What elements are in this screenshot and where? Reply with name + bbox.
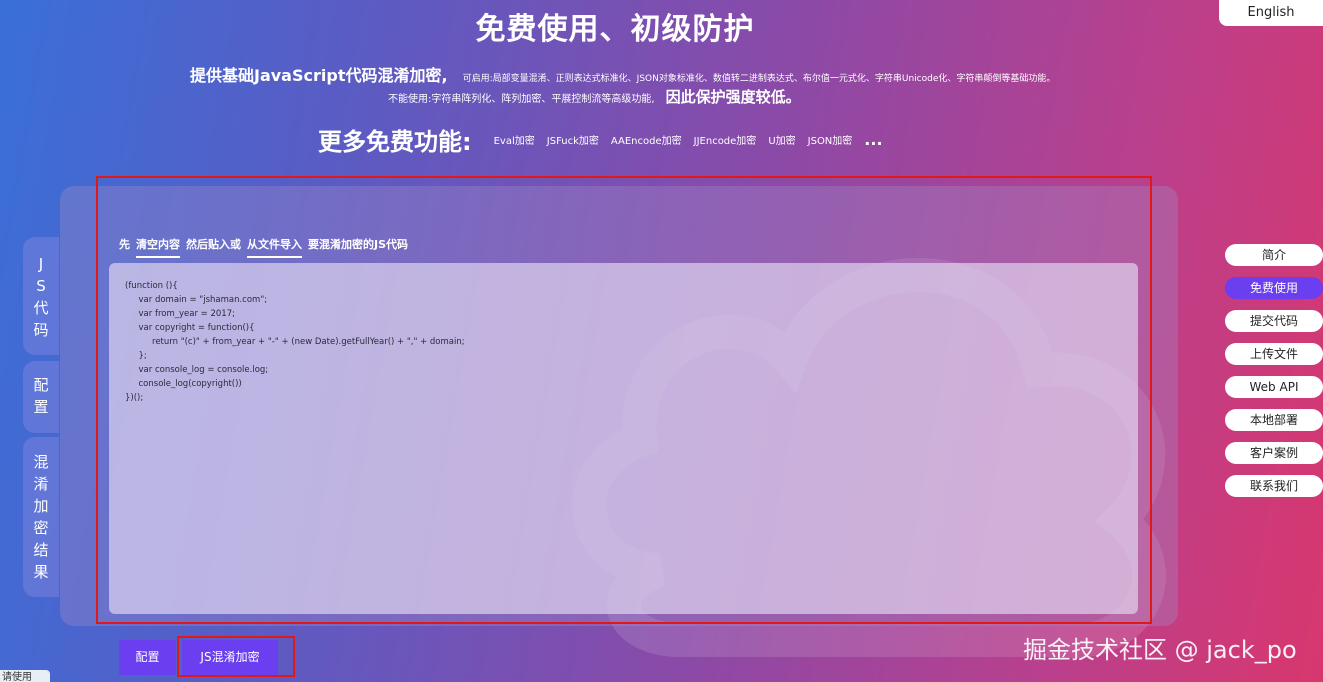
- nav-submit-code[interactable]: 提交代码: [1225, 310, 1323, 332]
- limitation-detail-text: 不能使用:字符串阵列化、阵列加密、平展控制流等高级功能,: [388, 94, 655, 105]
- page-title: 免费使用、初级防护: [475, 12, 755, 47]
- link-jjencode[interactable]: JJEncode加密: [694, 132, 757, 147]
- language-button[interactable]: English: [1219, 0, 1323, 26]
- highlight-box-button: [177, 636, 295, 677]
- watermark: 掘金技术社区 @ jack_po: [1023, 636, 1297, 664]
- nav-free-use[interactable]: 免费使用: [1225, 277, 1323, 299]
- nav-upload-file[interactable]: 上传文件: [1225, 343, 1323, 365]
- feature-description: 提供基础JavaScript代码混淆加密, 可启用:局部变量混淆、正则表达式标准…: [190, 62, 1055, 86]
- limitation-description: 不能使用:字符串阵列化、阵列加密、平展控制流等高级功能, 因此保护强度较低。: [388, 86, 801, 107]
- link-u[interactable]: U加密: [768, 132, 795, 147]
- nav-local-deploy[interactable]: 本地部署: [1225, 409, 1323, 431]
- link-eval[interactable]: Eval加密: [494, 132, 535, 147]
- link-jsfuck[interactable]: JSFuck加密: [547, 132, 599, 147]
- nav-web-api[interactable]: Web API: [1225, 376, 1323, 398]
- feature-main-text: 提供基础JavaScript代码混淆加密,: [190, 66, 448, 85]
- link-aaencode[interactable]: AAEncode加密: [611, 132, 682, 147]
- config-button[interactable]: 配置: [119, 640, 176, 675]
- limitation-main-text: 因此保护强度较低。: [665, 88, 801, 106]
- more-features-row: 更多免费功能: Eval加密 JSFuck加密 AAEncode加密 JJEnc…: [318, 122, 883, 157]
- bottom-tag[interactable]: 请使用: [0, 670, 50, 682]
- nav-contact-us[interactable]: 联系我们: [1225, 475, 1323, 497]
- nav-intro[interactable]: 简介: [1225, 244, 1323, 266]
- tab-js-code[interactable]: JS代码: [23, 237, 59, 355]
- tab-config[interactable]: 配置: [23, 361, 59, 433]
- link-json[interactable]: JSON加密: [808, 132, 853, 147]
- feature-detail-text: 可启用:局部变量混淆、正则表达式标准化、JSON对象标准化、数值转二进制表达式、…: [462, 74, 1056, 84]
- highlight-box-editor: [96, 176, 1152, 624]
- more-features-title: 更多免费功能:: [318, 128, 472, 156]
- more-ellipsis[interactable]: ...: [864, 130, 882, 149]
- tab-obfuscation-result[interactable]: 混淆加密结果: [23, 437, 59, 597]
- nav-customer-cases[interactable]: 客户案例: [1225, 442, 1323, 464]
